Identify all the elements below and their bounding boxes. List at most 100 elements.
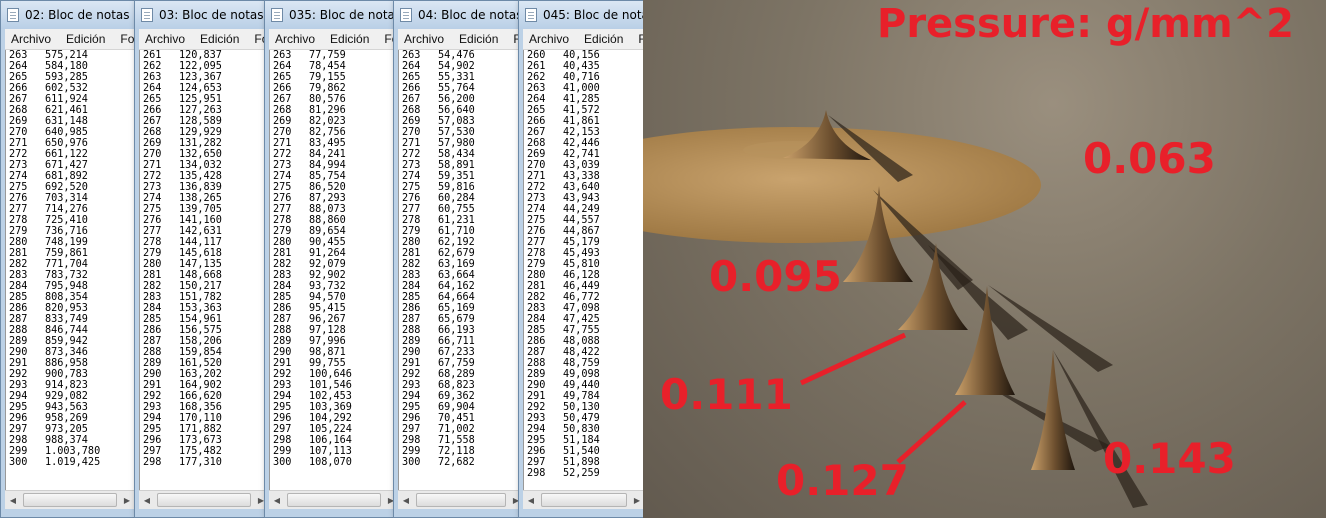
text-line: 293 68,823 (399, 380, 524, 391)
text-line: 288 48,759 (524, 358, 645, 369)
line-index: 275 (402, 182, 421, 193)
window-titlebar[interactable]: 04: Bloc de notas (394, 1, 524, 29)
line-value: 103,369 (309, 402, 352, 413)
scroll-thumb[interactable] (541, 493, 627, 507)
text-editor[interactable]: 263 54,476 264 54,902 265 55,331 266 55,764 267 5… (398, 50, 524, 491)
text-line: 292 166,620 (140, 391, 269, 402)
text-editor[interactable]: 260 40,156 261 40,435 262 40,716 263 41,000 264 4… (523, 50, 645, 491)
line-index: 295 (9, 402, 28, 413)
scroll-left-icon[interactable]: ◀ (269, 496, 285, 505)
line-value: 58,434 (438, 149, 475, 160)
menu-item[interactable]: Edición (194, 32, 248, 46)
horizontal-scrollbar[interactable]: ◀ ▶ (398, 490, 524, 509)
line-index: 267 (527, 127, 546, 138)
line-value: 43,640 (563, 182, 600, 193)
line-value: 175,482 (179, 446, 222, 457)
line-index: 288 (273, 325, 292, 336)
line-index: 288 (527, 358, 546, 369)
line-value: 65,169 (438, 303, 475, 314)
notepad-window-045[interactable]: 045: Bloc de notas ArchivoEdiciónFo260 40,… (518, 0, 646, 518)
line-value: 92,079 (309, 259, 346, 270)
line-index: 271 (273, 138, 292, 149)
text-line: 273 671,427 (6, 160, 135, 171)
window-titlebar[interactable]: 035: Bloc de notas (265, 1, 399, 29)
line-value: 692,520 (45, 182, 88, 193)
text-line: 295 943,563 (6, 402, 135, 413)
line-index: 296 (402, 413, 421, 424)
menu-item[interactable]: Archivo (5, 32, 60, 46)
horizontal-scrollbar[interactable]: ◀ ▶ (269, 490, 399, 509)
text-line: 284 153,363 (140, 303, 269, 314)
menu-item[interactable]: Archivo (523, 32, 578, 46)
scroll-right-icon[interactable]: ▶ (119, 496, 135, 505)
text-line: 292 68,289 (399, 369, 524, 380)
horizontal-scrollbar[interactable]: ◀ ▶ (139, 490, 269, 509)
text-line: 299 107,113 (270, 446, 399, 457)
line-value: 135,428 (179, 171, 222, 182)
line-value: 48,759 (563, 358, 600, 369)
line-value: 808,354 (45, 292, 88, 303)
line-value: 98,871 (309, 347, 346, 358)
line-index: 270 (527, 160, 546, 171)
line-index: 297 (273, 424, 292, 435)
line-index: 289 (143, 358, 162, 369)
window-titlebar[interactable]: 045: Bloc de notas (519, 1, 645, 29)
line-value: 47,098 (563, 303, 600, 314)
line-value: 125,951 (179, 94, 222, 105)
menu-item[interactable]: Archivo (269, 32, 324, 46)
menu-item[interactable]: Edición (324, 32, 378, 46)
scroll-thumb[interactable] (157, 493, 251, 507)
text-editor[interactable]: 261 120,837 262 122,095 263 123,367 264 124,653… (139, 50, 269, 491)
text-line: 296 70,451 (399, 413, 524, 424)
window-title: 03: Bloc de notas (159, 8, 264, 22)
window-titlebar[interactable]: 02: Bloc de notas (1, 1, 135, 29)
text-line: 264 78,454 (270, 61, 399, 72)
line-value: 661,122 (45, 149, 88, 160)
notepad-window-04[interactable]: 04: Bloc de notas ArchivoEdiciónFo263 54,4… (393, 0, 525, 518)
menu-bar: ArchivoEdiciónFo (269, 29, 399, 50)
line-value: 44,249 (563, 204, 600, 215)
text-editor[interactable]: 263 575,214 264 584,180 265 593,285 266 602,532… (5, 50, 135, 491)
horizontal-scrollbar[interactable]: ◀ ▶ (5, 490, 135, 509)
scroll-thumb[interactable] (23, 493, 117, 507)
text-line: 271 650,976 (6, 138, 135, 149)
line-value: 66,711 (438, 336, 475, 347)
window-titlebar[interactable]: 03: Bloc de notas (135, 1, 269, 29)
text-line: 279 45,810 (524, 259, 645, 270)
menu-item[interactable]: Fo (114, 32, 135, 46)
text-line: 289 49,098 (524, 369, 645, 380)
menu-item[interactable]: Edición (578, 32, 632, 46)
scroll-thumb[interactable] (287, 493, 381, 507)
line-index: 277 (9, 204, 28, 215)
notepad-window-035[interactable]: 035: Bloc de notas Archivo Edición Fo 263 77,… (264, 0, 400, 518)
scroll-left-icon[interactable]: ◀ (5, 496, 21, 505)
text-line: 295 51,184 (524, 435, 645, 446)
text-line: 280 62,192 (399, 237, 524, 248)
line-value: 611,924 (45, 94, 88, 105)
line-index: 277 (143, 226, 162, 237)
scroll-left-icon[interactable]: ◀ (139, 496, 155, 505)
line-index: 291 (527, 391, 546, 402)
horizontal-scrollbar[interactable]: ◀ ▶ (523, 490, 645, 509)
menu-item[interactable]: Archivo (139, 32, 194, 46)
line-index: 267 (9, 94, 28, 105)
text-line: 286 156,575 (140, 325, 269, 336)
menu-item[interactable]: Edición (60, 32, 114, 46)
menu-item[interactable]: Archivo (398, 32, 453, 46)
text-line: 269 131,282 (140, 138, 269, 149)
line-index: 278 (402, 215, 421, 226)
scroll-thumb[interactable] (416, 493, 506, 507)
line-index: 271 (402, 138, 421, 149)
scroll-left-icon[interactable]: ◀ (523, 496, 539, 505)
scroll-left-icon[interactable]: ◀ (398, 496, 414, 505)
pressure-label-0063: 0.063 (1083, 134, 1216, 183)
line-index: 297 (143, 446, 162, 457)
text-line: 278 61,231 (399, 215, 524, 226)
text-editor[interactable]: 263 77,759 264 78,454 265 79,155 266 79,862 267 8… (269, 50, 399, 491)
line-index: 276 (402, 193, 421, 204)
notepad-window-02[interactable]: 02: Bloc de notas Archivo Edición Fo 263 575,… (0, 0, 136, 518)
menu-item[interactable]: Edición (453, 32, 507, 46)
line-index: 262 (143, 61, 162, 72)
notepad-window-03[interactable]: 03: Bloc de notas Archivo Edición Fo 261 120,… (134, 0, 270, 518)
line-value: 40,435 (563, 61, 600, 72)
